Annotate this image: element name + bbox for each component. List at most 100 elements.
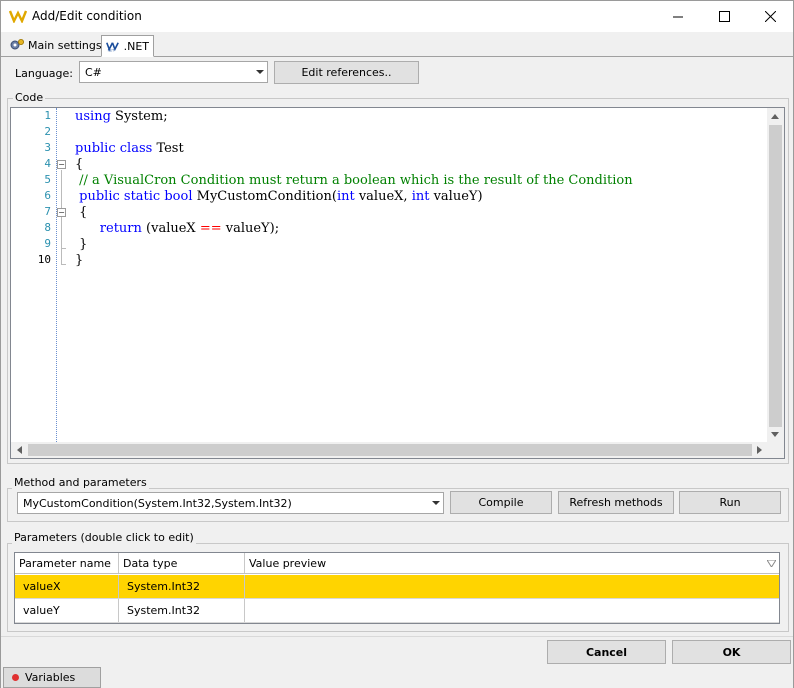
scroll-down-icon[interactable] [771,432,779,437]
filter-icon[interactable] [767,560,776,567]
chevron-down-icon [432,501,440,505]
cell-data-type: System.Int32 [127,604,201,617]
gutter-separator [56,108,57,444]
line-number: 2 [44,125,51,138]
maximize-button[interactable] [701,1,747,32]
settings-gear-icon [10,39,24,50]
scroll-right-icon[interactable] [757,446,762,454]
column-header-parameter-name[interactable]: Parameter name [15,553,119,573]
cell-data-type: System.Int32 [127,580,201,593]
code-line: public static bool MyCustomCondition(int… [75,189,483,204]
code-token: int [411,189,430,204]
scrollbar-corner [767,442,784,458]
code-token: MyCustomCondition( [192,189,337,204]
cell-parameter-name: valueX [23,580,61,593]
fold-collapse-icon[interactable]: − [57,208,66,217]
code-token: using [75,109,111,124]
code-line: return (valueX == valueY); [75,221,279,236]
close-icon [764,11,776,22]
fold-collapse-icon[interactable]: − [57,160,66,169]
code-token: System; [110,109,168,124]
table-row[interactable]: valueY System.Int32 [15,599,779,623]
code-line: { [75,157,83,172]
parameters-group-title: Parameters (double click to edit) [12,531,196,544]
code-line: using System; [75,109,168,124]
line-number: 5 [44,173,51,186]
tab-dotnet-label: .NET [123,39,149,53]
column-header-data-type[interactable]: Data type [119,553,245,573]
code-token: static [123,189,161,204]
tab-main-settings[interactable]: Main settings [5,34,106,56]
code-token: int [336,189,355,204]
column-header-value-preview[interactable]: Value preview [245,553,765,573]
code-token: return [99,221,142,236]
variables-label: Variables [25,671,76,684]
method-select[interactable]: MyCustomCondition(System.Int32,System.In… [17,492,444,514]
cancel-button[interactable]: Cancel [547,640,666,664]
variables-button[interactable]: Variables [3,667,101,688]
code-line: { [75,205,87,220]
vertical-scroll-thumb[interactable] [769,125,782,427]
line-number: 10 [37,253,51,266]
edit-references-button[interactable]: Edit references.. [274,61,419,84]
language-select[interactable]: C# [79,61,268,83]
dialog-window: Add/Edit condition Main settings NET .NE… [0,0,794,688]
svg-text:NET: NET [108,49,114,53]
compile-button[interactable]: Compile [450,491,552,514]
tab-strip: Main settings NET .NET [1,32,793,57]
refresh-methods-button[interactable]: Refresh methods [558,491,674,514]
code-line: } [75,237,87,252]
fold-guide-end [61,264,66,265]
status-dot-icon [12,674,19,681]
title-bar: Add/Edit condition [1,1,793,32]
horizontal-scroll-thumb[interactable] [28,444,752,456]
code-group-title: Code [13,91,46,104]
cell-parameter-name: valueY [23,604,60,617]
code-token: public [79,189,120,204]
code-line: // a VisualCron Condition must return a … [75,173,633,188]
code-line: public class Test [75,141,184,156]
table-row[interactable]: valueX System.Int32 [15,575,779,599]
code-token: == [199,221,222,236]
close-button[interactable] [747,1,793,32]
code-token: class [119,141,153,156]
code-line: } [75,253,83,268]
maximize-icon [718,11,730,22]
line-number: 9 [44,237,51,250]
code-token: (valueX [141,221,200,236]
code-token: Test [152,141,184,156]
scroll-up-icon[interactable] [771,114,779,119]
tab-dotnet[interactable]: NET .NET [101,35,154,57]
run-button[interactable]: Run [679,491,781,514]
code-token: bool [164,189,193,204]
code-token: valueY); [221,221,280,236]
grid-header: Parameter name Data type Value preview [15,553,779,574]
code-token: { [75,205,88,220]
cell-value-preview [245,599,775,622]
code-editor[interactable]: 1 2 3 4 5 6 7 8 9 10 − − using System; public clas… [10,107,785,459]
code-token: // a VisualCron Condition must return a … [75,173,633,188]
dotnet-logo-icon: NET [106,42,119,53]
cell-value-preview [245,575,775,598]
code-token: public [75,141,116,156]
horizontal-scrollbar[interactable] [11,442,769,458]
footer-divider [1,636,793,637]
line-number-gutter: 1 2 3 4 5 6 7 8 9 10 [11,108,57,444]
language-select-value: C# [85,65,102,79]
code-token: { [75,157,84,172]
line-number: 6 [44,189,51,202]
code-token: valueX, [354,189,412,204]
window-title: Add/Edit condition [32,9,142,23]
language-label: Language: [15,67,73,80]
fold-guide-line [61,170,62,264]
code-token: } [75,237,88,252]
line-number: 3 [44,141,51,154]
scroll-left-icon[interactable] [17,446,22,454]
method-group-title: Method and parameters [12,476,149,489]
minimize-button[interactable] [655,1,701,32]
code-token: valueY) [429,189,483,204]
vertical-scrollbar[interactable] [767,108,784,444]
line-number: 7 [44,205,51,218]
ok-button[interactable]: OK [672,640,791,664]
